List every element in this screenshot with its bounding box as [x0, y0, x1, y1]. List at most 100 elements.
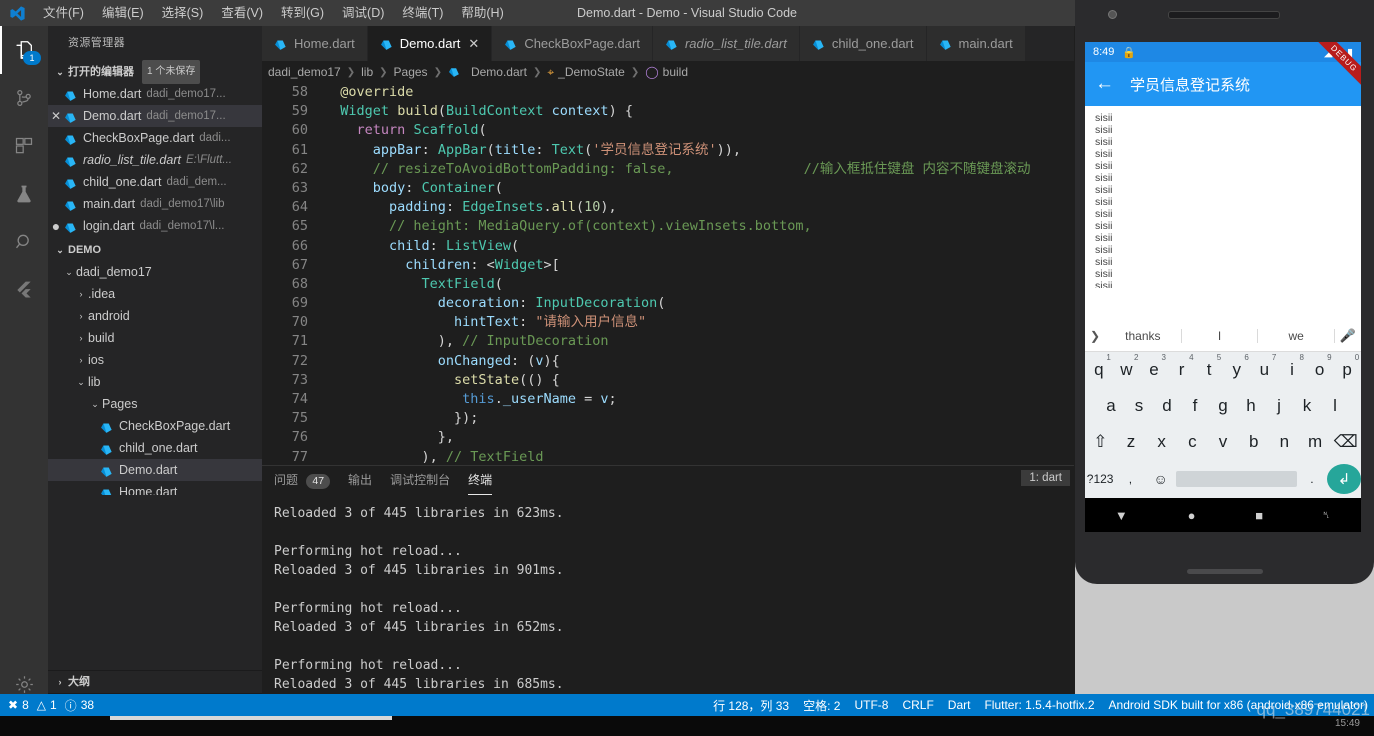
menu-item-terminal[interactable]: 终端(T): [393, 0, 452, 26]
status-bar[interactable]: ✖ 8 △ 1 ⓘ 38 行 128，列 33 空格: 2 UTF-8 CRLF…: [0, 694, 1374, 716]
activity-explorer[interactable]: 1: [0, 26, 48, 74]
phone-screen[interactable]: 8:49 🔒 ◢ ◢ ▮ ← 学员信息登记系统 DEBUG sisiisisii…: [1085, 42, 1361, 532]
key-c[interactable]: c: [1177, 432, 1208, 452]
menu-bar[interactable]: 文件(F) 编辑(E) 选择(S) 查看(V) 转到(G) 调试(D) 终端(T…: [34, 0, 513, 26]
code-editor[interactable]: 58 @override 59 Widget build(BuildContext…: [262, 83, 1074, 466]
file-tree[interactable]: ⌄ dadi_demo17 › .idea › android › build …: [48, 261, 262, 495]
menu-item-debug[interactable]: 调试(D): [333, 0, 393, 26]
flutter-version[interactable]: Flutter: 1.5.4-hotfix.2: [984, 698, 1094, 712]
breadcrumb-item-file[interactable]: Demo.dart: [471, 65, 527, 79]
key-w[interactable]: 2w: [1113, 353, 1141, 380]
key-z[interactable]: z: [1116, 432, 1147, 452]
key-s[interactable]: s: [1125, 396, 1153, 416]
nav-back-icon[interactable]: ▼: [1115, 508, 1128, 523]
bottom-panel[interactable]: 问题 47 输出 调试控制台 终端 1: dart Reloaded 3 of …: [262, 465, 1074, 716]
tree-item-home[interactable]: Home.dart: [48, 481, 262, 495]
tree-item-demo[interactable]: Demo.dart: [48, 459, 262, 481]
terminal-selector[interactable]: 1: dart: [1021, 470, 1070, 486]
tree-item-idea[interactable]: › .idea: [48, 283, 262, 305]
panel-tab-bar[interactable]: 问题 47 输出 调试控制台 终端 1: dart: [262, 466, 1074, 495]
key-t[interactable]: 5t: [1195, 353, 1223, 380]
panel-tab-debug-console[interactable]: 调试控制台: [390, 466, 450, 494]
tab-checkboxpage-dart[interactable]: CheckBoxPage.dart: [492, 26, 653, 61]
status-bar-left[interactable]: ✖ 8 △ 1 ⓘ 38: [0, 697, 94, 714]
key-r[interactable]: 4r: [1168, 353, 1196, 380]
panel-tab-output[interactable]: 输出: [348, 466, 372, 494]
key-y[interactable]: 6y: [1223, 353, 1251, 380]
open-editor-item[interactable]: CheckBoxPage.dart dadi...: [48, 127, 262, 149]
spacebar-key[interactable]: [1175, 471, 1297, 487]
warning-triangle-icon[interactable]: △: [37, 698, 46, 712]
sidebar[interactable]: 资源管理器 ⌄ 打开的编辑器 1 个未保存 Home.dart dadi_dem…: [48, 26, 262, 716]
open-editor-item[interactable]: radio_list_tile.dart E:\Flutt...: [48, 149, 262, 171]
close-icon[interactable]: ✕: [468, 36, 479, 52]
menu-item-go[interactable]: 转到(G): [272, 0, 333, 26]
taskbar-window-preview[interactable]: [110, 716, 392, 720]
key-x[interactable]: x: [1146, 432, 1177, 452]
activity-flutter[interactable]: [0, 266, 48, 314]
eol[interactable]: CRLF: [902, 698, 933, 712]
back-arrow-icon[interactable]: ←: [1095, 73, 1114, 95]
chevron-right-icon[interactable]: ❯: [1085, 329, 1105, 343]
activity-bar[interactable]: 1: [0, 26, 48, 716]
key-k[interactable]: k: [1293, 396, 1321, 416]
tree-item-pages[interactable]: ⌄ Pages: [48, 393, 262, 415]
key-u[interactable]: 7u: [1251, 353, 1279, 380]
open-editor-item-active[interactable]: ✕ Demo.dart dadi_demo17...: [48, 105, 262, 127]
open-editor-item[interactable]: child_one.dart dadi_dem...: [48, 171, 262, 193]
open-editor-item-dirty[interactable]: ● login.dart dadi_demo17\l...: [48, 215, 262, 237]
key-m[interactable]: m: [1300, 432, 1331, 452]
key-i[interactable]: 8i: [1278, 353, 1306, 380]
keyboard-row-3[interactable]: ⇧ z x c v b n m ⌫: [1085, 424, 1361, 460]
editor-tab-bar[interactable]: Home.dart Demo.dart ✕ CheckBoxPage.dart …: [262, 26, 1074, 61]
key-b[interactable]: b: [1238, 432, 1269, 452]
microphone-icon[interactable]: 🎤: [1335, 328, 1361, 344]
shift-icon[interactable]: ⇧: [1085, 432, 1116, 452]
tree-item-ios[interactable]: › ios: [48, 349, 262, 371]
key-h[interactable]: h: [1237, 396, 1265, 416]
comma-key[interactable]: ,: [1115, 472, 1145, 486]
key-n[interactable]: n: [1269, 432, 1300, 452]
breadcrumb-item-project[interactable]: dadi_demo17: [268, 65, 341, 79]
backspace-icon[interactable]: ⌫: [1330, 432, 1361, 452]
breadcrumb-item-method[interactable]: build: [663, 65, 688, 79]
menu-item-help[interactable]: 帮助(H): [452, 0, 512, 26]
keyboard-row-2[interactable]: asdfghjkl: [1085, 388, 1361, 424]
symbols-key[interactable]: ?123: [1085, 472, 1115, 486]
enter-icon[interactable]: ↲: [1327, 464, 1361, 494]
keyboard-row-1[interactable]: 1q2w3e4r5t6y7u8i9o0p: [1085, 352, 1361, 388]
key-q[interactable]: 1q: [1085, 353, 1113, 380]
android-emulator[interactable]: 8:49 🔒 ◢ ◢ ▮ ← 学员信息登记系统 DEBUG sisiisisii…: [1075, 0, 1374, 700]
nav-keyboard-icon[interactable]: ␤: [1323, 510, 1331, 521]
activity-source-control[interactable]: [0, 74, 48, 122]
open-editor-item[interactable]: Home.dart dadi_demo17...: [48, 83, 262, 105]
nav-recents-icon[interactable]: ■: [1255, 508, 1263, 523]
suggestion-3[interactable]: we: [1258, 329, 1336, 343]
panel-tab-terminal[interactable]: 终端: [468, 466, 493, 495]
tab-home-dart[interactable]: Home.dart: [262, 26, 368, 61]
open-editor-item[interactable]: main.dart dadi_demo17\lib: [48, 193, 262, 215]
key-e[interactable]: 3e: [1140, 353, 1168, 380]
terminal-output[interactable]: Reloaded 3 of 445 libraries in 623ms. Pe…: [262, 494, 1074, 714]
suggestion-1[interactable]: thanks: [1105, 329, 1182, 343]
tree-item-android[interactable]: › android: [48, 305, 262, 327]
tree-root[interactable]: ⌄ dadi_demo17: [48, 261, 262, 283]
windows-taskbar[interactable]: 15:49: [0, 716, 1374, 736]
tree-item-lib[interactable]: ⌄ lib: [48, 371, 262, 393]
key-j[interactable]: j: [1265, 396, 1293, 416]
menu-item-selection[interactable]: 选择(S): [153, 0, 213, 26]
key-g[interactable]: g: [1209, 396, 1237, 416]
key-f[interactable]: f: [1181, 396, 1209, 416]
panel-tab-problems[interactable]: 问题 47: [274, 466, 331, 494]
project-header[interactable]: ⌄ DEMO: [48, 239, 262, 261]
encoding[interactable]: UTF-8: [854, 698, 888, 712]
info-circle-icon[interactable]: ⓘ: [65, 697, 77, 714]
menu-item-view[interactable]: 查看(V): [212, 0, 272, 26]
tab-child-one-dart[interactable]: child_one.dart: [799, 26, 927, 61]
suggestion-2[interactable]: I: [1182, 329, 1259, 343]
period-key[interactable]: .: [1297, 472, 1327, 486]
tree-item-build[interactable]: › build: [48, 327, 262, 349]
sidebar-section-outline[interactable]: › 大纲: [48, 670, 262, 693]
student-list[interactable]: sisii sisii sisii sisii sisii sisii sisii sisii…: [1085, 106, 1361, 288]
open-editors-header[interactable]: ⌄ 打开的编辑器 1 个未保存: [48, 60, 262, 84]
